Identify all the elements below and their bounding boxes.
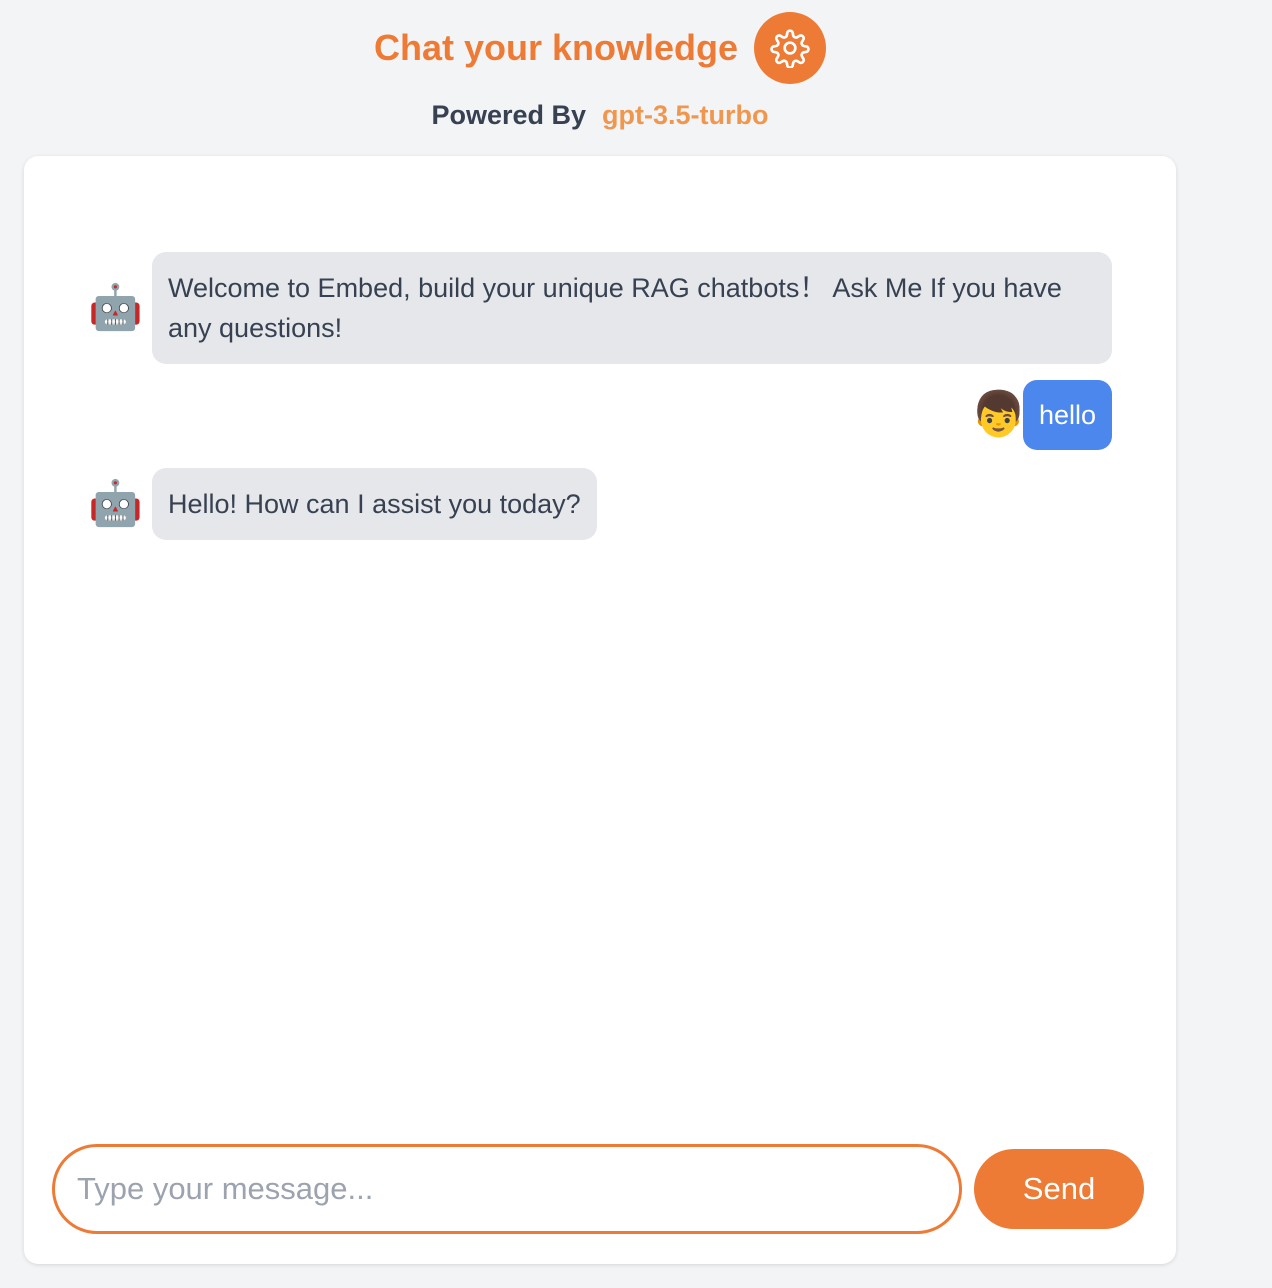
user-message-bubble: hello bbox=[1022, 380, 1112, 450]
robot-avatar-icon: 🤖 bbox=[88, 283, 143, 332]
settings-button[interactable] bbox=[754, 12, 827, 84]
bot-message: 🤖 Hello! How can I assist you today? bbox=[88, 468, 597, 540]
robot-avatar-icon: 🤖 bbox=[88, 479, 143, 528]
user-avatar-icon: 👦 bbox=[970, 390, 1026, 439]
chat-panel: 🤖 Welcome to Embed, build your unique RA… bbox=[24, 156, 1176, 1264]
bot-message-bubble: Welcome to Embed, build your unique RAG … bbox=[152, 252, 1112, 364]
title-row: Chat your knowledge bbox=[0, 12, 1200, 84]
message-input[interactable] bbox=[52, 1144, 962, 1234]
bot-message-bubble: Hello! How can I assist you today? bbox=[152, 468, 597, 540]
page-title: Chat your knowledge bbox=[373, 27, 739, 68]
user-message: 👦 hello bbox=[971, 380, 1112, 450]
gear-icon bbox=[770, 29, 810, 68]
powered-by-label: Powered By bbox=[431, 100, 587, 130]
send-button[interactable]: Send bbox=[974, 1149, 1144, 1229]
model-name: gpt-3.5-turbo bbox=[602, 100, 769, 130]
header: Chat your knowledge Powered By gpt-3.5-t… bbox=[0, 0, 1200, 150]
message-composer: Send bbox=[52, 1144, 1152, 1234]
bot-message: 🤖 Welcome to Embed, build your unique RA… bbox=[88, 252, 1112, 364]
powered-by-row: Powered By gpt-3.5-turbo bbox=[0, 100, 1200, 131]
